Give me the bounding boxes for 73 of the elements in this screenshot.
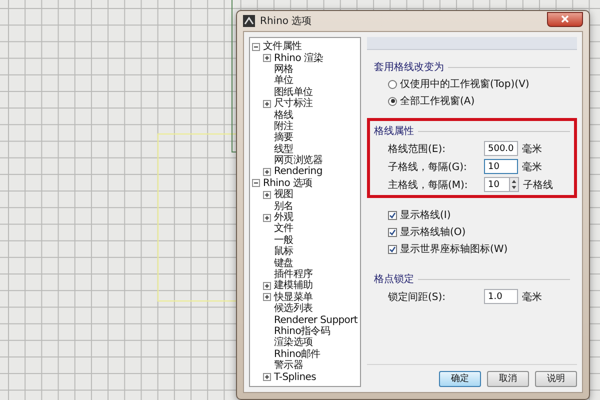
app-icon [243,15,255,27]
group-title: 套用格线改变为 [374,60,444,74]
tree-item[interactable]: 摘要 [274,132,294,144]
tree-item[interactable]: Renderer Support [274,314,358,326]
radio-button[interactable] [388,96,397,106]
expand-icon[interactable] [263,293,271,302]
tree-item[interactable]: 警示器 [274,360,304,372]
tree-item[interactable]: 附注 [274,120,294,132]
tree-item[interactable]: 视图 [274,189,294,200]
field-label: 主格线，每隔(M): [388,178,469,192]
field-label: 格线范围(E): [388,142,446,156]
checkbox[interactable] [388,228,397,236]
radio-button[interactable] [388,80,397,88]
tree-item[interactable]: 外观 [274,212,294,224]
group-title: 格点锁定 [374,272,414,286]
expand-icon[interactable] [263,168,271,176]
checkbox-label[interactable]: 显示世界座标轴图标(W) [400,242,508,256]
checkbox[interactable] [388,244,397,254]
tree-item[interactable]: Rendering [274,166,322,178]
number-field[interactable]: 10 [484,159,518,174]
tree-item[interactable]: 快显菜单 [274,292,313,303]
checkbox-label[interactable]: 显示格线(I) [400,208,451,222]
tree-item[interactable]: 尺寸标注 [274,98,313,110]
tree-item[interactable]: 线型 [274,144,294,155]
dialog-button[interactable]: 说明 [535,370,577,387]
dialog-button[interactable]: 确定 [439,370,481,387]
tree-item[interactable]: 图纸单位 [274,86,313,98]
field-label: 锁定间距(S): [388,290,447,304]
unit-label: 毫米 [522,290,542,304]
group-title: 格线属性 [374,124,414,138]
radio-label[interactable]: 全部工作视窗(A) [400,94,475,108]
tree-item[interactable]: 插件程序 [274,269,313,280]
close-button[interactable] [547,12,583,26]
close-icon [561,15,569,23]
collapse-icon[interactable] [252,42,260,51]
tree-item[interactable]: 别名 [274,200,294,212]
tree-item[interactable]: 文件属性 [263,41,302,52]
collapse-icon[interactable] [252,179,260,188]
unit-label: 毫米 [522,160,542,174]
tree-item[interactable]: Rhino 渲染 [274,52,324,64]
field-label: 子格线，每隔(G): [388,160,468,174]
tree-item[interactable]: 一般 [274,234,294,246]
tree-item[interactable]: 格线 [274,110,294,121]
expand-icon[interactable] [263,373,271,382]
expand-icon[interactable] [263,54,271,62]
tree-item[interactable]: Rhino指令码 [274,326,330,337]
expand-icon[interactable] [263,214,271,222]
unit-label: 毫米 [522,142,542,156]
checkbox-label[interactable]: 显示格线轴(O) [400,225,466,239]
tree-item[interactable]: 鼠标 [274,246,294,258]
window-title: Rhino 选项 [260,14,313,28]
dialog-button[interactable]: 取消 [487,370,529,387]
tree-item[interactable]: 网格 [274,64,294,75]
expand-icon[interactable] [263,190,271,199]
checkbox[interactable] [388,210,397,220]
tree-item[interactable]: 单位 [274,75,294,86]
tree-item[interactable]: 网页浏览器 [274,155,323,166]
unit-label: 子格线 [523,178,553,192]
tree-item[interactable]: Rhino邮件 [274,348,320,360]
number-field[interactable]: 10 [484,177,509,192]
tree-item[interactable]: Rhino 选项 [263,178,312,189]
expand-icon[interactable] [263,100,271,108]
tree-item[interactable]: 渲染选项 [274,337,313,348]
tree-item[interactable]: 键盘 [274,258,294,269]
expand-icon[interactable] [263,282,271,290]
tree-item[interactable]: 候选列表 [274,303,313,314]
spinner-arrows-icon[interactable] [509,177,519,192]
tree-item[interactable]: T-Splines [274,372,316,383]
number-field[interactable]: 500.0 [484,141,518,156]
radio-label[interactable]: 仅使用中的工作视窗(Top)(V) [400,77,530,91]
tree-item[interactable]: 建模辅助 [274,280,313,292]
number-field[interactable]: 1.0 [484,289,518,304]
tree-item[interactable]: 文件 [274,223,294,234]
